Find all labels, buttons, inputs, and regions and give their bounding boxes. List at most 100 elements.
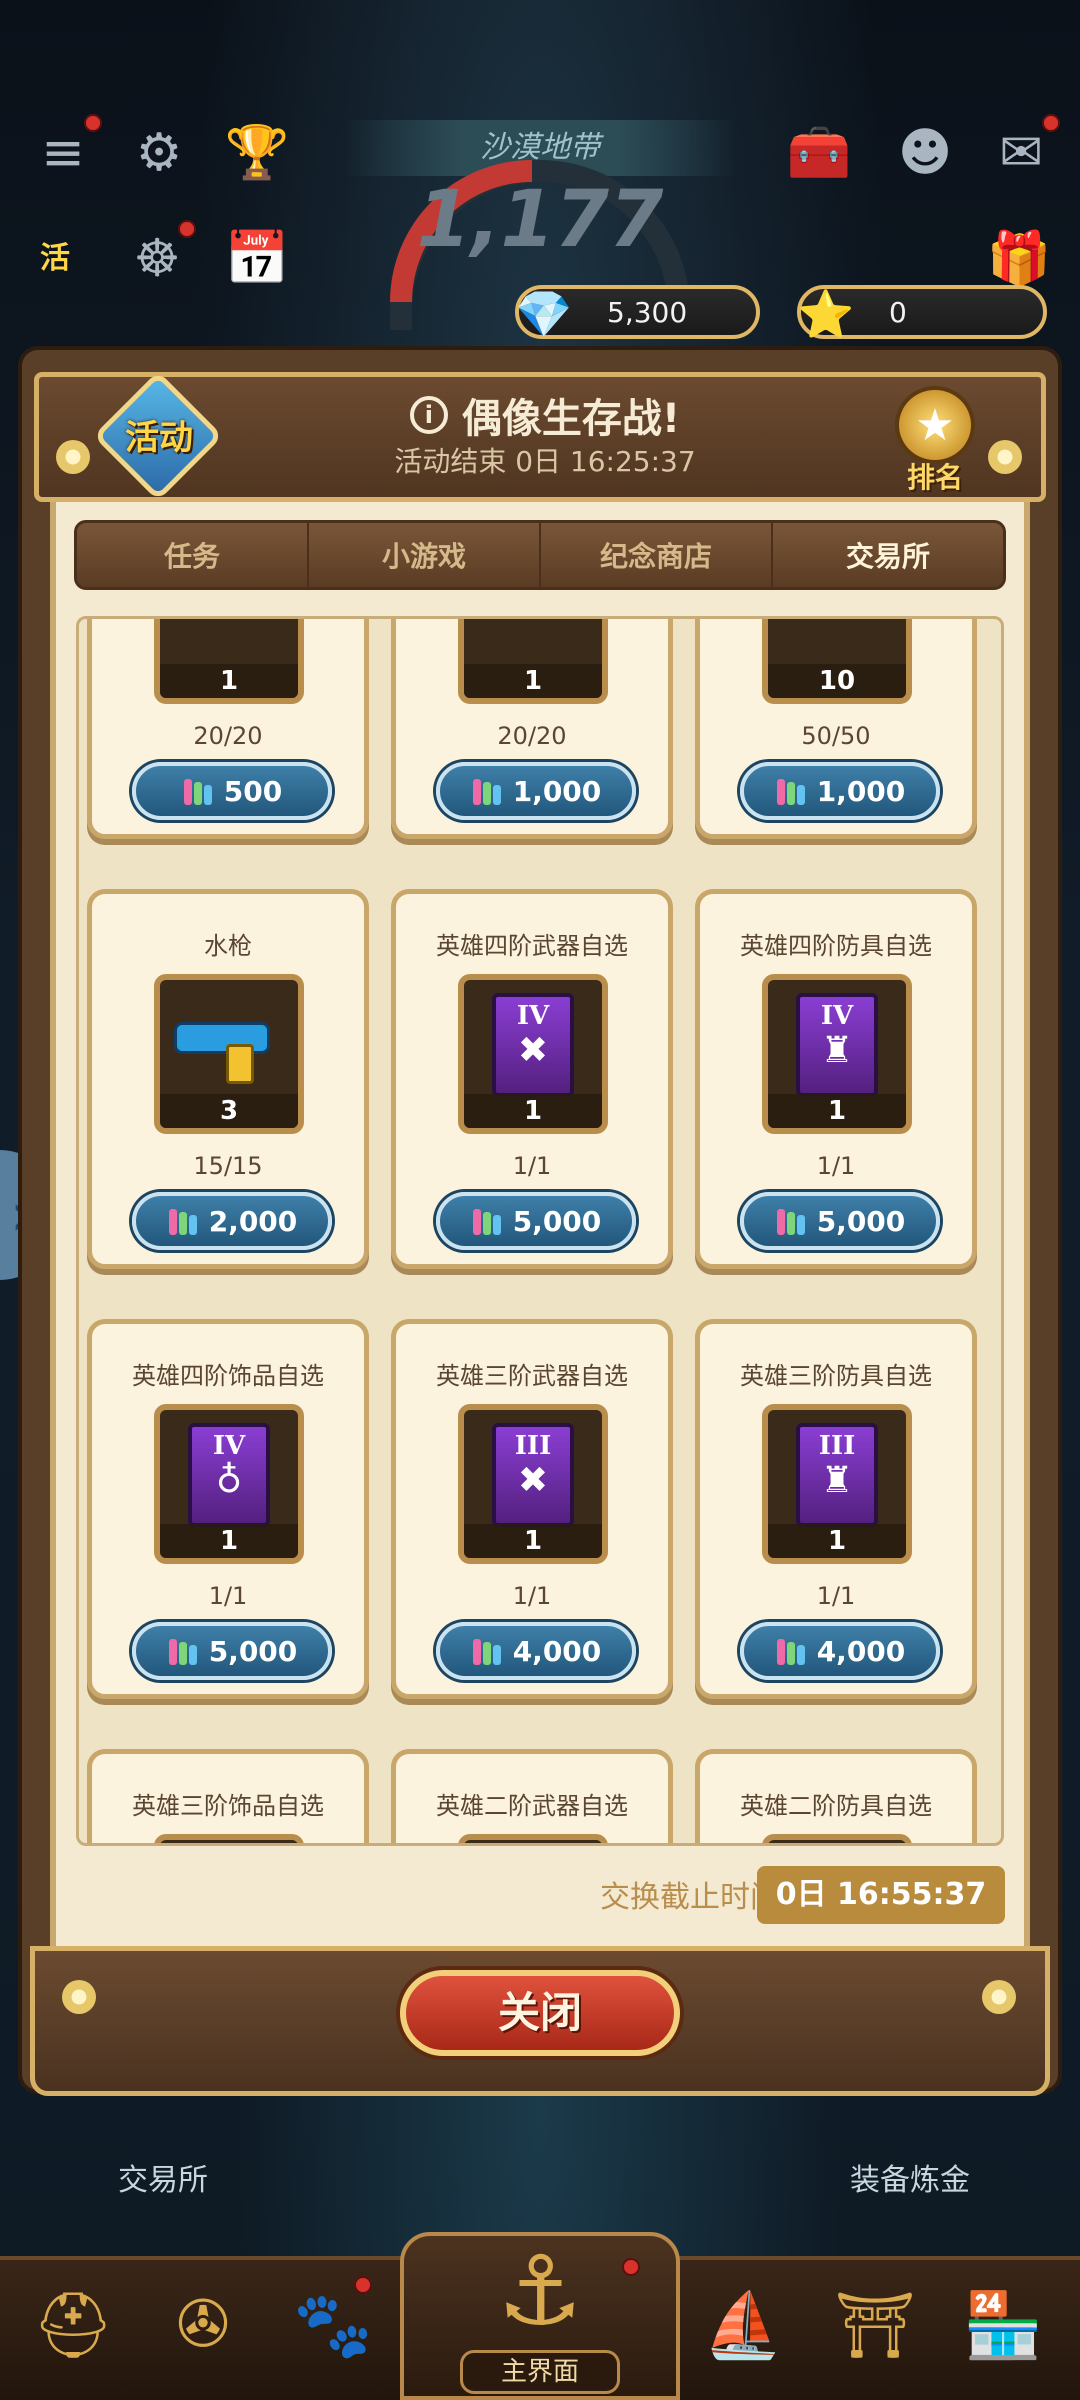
nav-propeller-icon[interactable]: ✇	[148, 2270, 258, 2380]
item-stock: 1/1	[816, 1582, 856, 1610]
exchange-item-card[interactable]: 英雄二阶防具自选 II	[695, 1749, 977, 1843]
item-name: 英雄三阶防具自选	[740, 1362, 932, 1390]
exchange-item-card[interactable]: 1 20/20 1,000	[391, 619, 673, 839]
glowstick-currency-icon	[167, 1637, 201, 1665]
item-quantity: 1	[464, 664, 602, 698]
gift-icon[interactable]: 🎁	[984, 224, 1054, 294]
tab-minigame[interactable]: 小游戏	[309, 523, 541, 587]
star-currency[interactable]: ⭐ 0	[797, 285, 1047, 341]
exchange-price-button[interactable]: 5,000	[132, 1622, 332, 1680]
nav-ship-icon[interactable]: ⛵	[688, 2270, 798, 2380]
exchange-item-card[interactable]: 英雄四阶防具自选 IV ♜ 1 1/1 5,000	[695, 889, 977, 1269]
exchange-price-button[interactable]: 4,000	[740, 1622, 940, 1680]
exchange-item-card[interactable]: 英雄三阶武器自选 III ✖ 1 1/1 4,000	[391, 1319, 673, 1699]
nav-pet-icon[interactable]: 🐾	[278, 2270, 388, 2380]
exchange-item-card[interactable]: 英雄四阶饰品自选 IV ♁ 1 1/1 5,000	[87, 1319, 369, 1699]
trophy-icon[interactable]: 🏆	[222, 118, 292, 188]
mail-icon[interactable]: ✉	[986, 114, 1060, 188]
notification-dot	[178, 220, 196, 238]
exchange-item-card[interactable]: 1 20/20 500	[87, 619, 369, 839]
activity-shortcut-icon[interactable]: 活	[20, 224, 90, 294]
exchange-deadline-label: 交换截止时间	[600, 1880, 780, 1915]
event-title-text: 偶像生存战!	[461, 396, 681, 442]
toolbox-icon[interactable]: 🧰	[784, 118, 854, 188]
item-frame: 1	[154, 619, 304, 704]
exchange-item-card[interactable]: 英雄四阶武器自选 IV ✖ 1 1/1 5,000	[391, 889, 673, 1269]
item-quantity: 10	[768, 664, 906, 698]
notification-dot	[622, 2258, 640, 2276]
glowstick-currency-icon	[182, 777, 216, 805]
exchange-price-button[interactable]: 500	[132, 762, 332, 820]
exchange-item-card[interactable]: 10 50/50 1,000	[695, 619, 977, 839]
item-name: 英雄四阶防具自选	[740, 932, 932, 960]
item-grid[interactable]: 1 20/20 500 1 20/20 1,000 10 50/50 1,000 水枪 3 15/15…	[76, 616, 1004, 1846]
item-stock: 1/1	[208, 1582, 248, 1610]
nav-hero-icon[interactable]: ⛑	[18, 2270, 128, 2380]
exchange-item-card[interactable]: 英雄二阶武器自选 II	[391, 1749, 673, 1843]
gear-decoration-icon	[982, 1980, 1016, 2014]
item-stock: 15/15	[193, 1152, 263, 1180]
unknown-item-icon	[768, 619, 906, 670]
notification-dot	[84, 114, 102, 132]
equipment-book: IV ✖	[492, 993, 574, 1097]
exchange-item-card[interactable]: 英雄三阶饰品自选 III	[87, 1749, 369, 1843]
nav-main-label: 主界面	[460, 2350, 620, 2394]
gem-currency[interactable]: 💎 5,300	[515, 285, 760, 341]
exchange-price-button[interactable]: 4,000	[436, 1622, 636, 1680]
equipment-book: IV ♜	[796, 993, 878, 1097]
item-name: 英雄三阶饰品自选	[132, 1792, 324, 1820]
item-quantity: 1	[160, 664, 298, 698]
price-value: 5,000	[208, 1634, 298, 1668]
item-name: 英雄四阶武器自选	[436, 932, 628, 960]
item-frame: III ♜ 1	[762, 1404, 912, 1564]
exchange-price-button[interactable]: 1,000	[436, 762, 636, 820]
price-value: 1,000	[512, 774, 602, 808]
friends-icon[interactable]: ☻	[890, 118, 960, 188]
ranking-label: 排名	[906, 461, 963, 494]
equipment-book: III ♜	[796, 1423, 878, 1527]
price-value: 2,000	[208, 1204, 298, 1238]
nav-shop-icon[interactable]: 🏪	[948, 2270, 1058, 2380]
event-title[interactable]: i 偶像生存战!	[330, 385, 760, 445]
ranking-button[interactable]: ★ 排名	[880, 386, 990, 496]
exchange-price-button[interactable]: 1,000	[740, 762, 940, 820]
exchange-price-button[interactable]: 5,000	[436, 1192, 636, 1250]
tab-souvenir-shop[interactable]: 纪念商店	[541, 523, 773, 587]
item-quantity: 1	[768, 1524, 906, 1558]
gem-currency-amount: 5,300	[607, 295, 688, 329]
activity-badge-label: 活动	[125, 418, 193, 458]
equip-alchemy-shortcut-label[interactable]: 装备炼金	[850, 2155, 970, 2199]
price-value: 4,000	[816, 1634, 906, 1668]
item-name: 英雄二阶武器自选	[436, 1792, 628, 1820]
menu-icon[interactable]: ≡	[28, 114, 102, 188]
tab-tasks[interactable]: 任务	[77, 523, 309, 587]
nav-gate-icon[interactable]: ⛩	[820, 2270, 930, 2380]
gear-decoration-icon	[988, 440, 1022, 474]
equipment-type-mark: ♜	[820, 1460, 854, 1501]
tab-exchange[interactable]: 交易所	[773, 523, 1003, 587]
exchange-shortcut-label[interactable]: 交易所	[118, 2155, 208, 2199]
weapon-book-icon: IV ✖	[464, 990, 602, 1100]
glowstick-currency-icon	[775, 1637, 809, 1665]
weapon-book-icon: III ✖	[464, 1420, 602, 1530]
settings-gear-icon[interactable]: ⚙	[124, 118, 194, 188]
item-stock: 1/1	[816, 1152, 856, 1180]
ship-wheel-icon[interactable]: ☸	[122, 220, 196, 294]
tier-numeral: IV	[212, 1431, 246, 1461]
exchange-price-button[interactable]: 5,000	[740, 1192, 940, 1250]
star-currency-amount: 0	[889, 295, 907, 329]
equipment-type-mark: ♁	[215, 1460, 243, 1501]
gear-decoration-icon	[62, 1980, 96, 2014]
price-value: 4,000	[512, 1634, 602, 1668]
info-icon[interactable]: i	[409, 396, 448, 434]
item-name: 英雄二阶防具自选	[740, 1792, 932, 1820]
exchange-item-card[interactable]: 英雄三阶防具自选 III ♜ 1 1/1 4,000	[695, 1319, 977, 1699]
close-button[interactable]: 关闭	[400, 1970, 680, 2056]
event-end-countdown: 活动结束 0日 16:25:37	[394, 445, 696, 478]
exchange-item-card[interactable]: 水枪 3 15/15 2,000	[87, 889, 369, 1269]
accessory-book-icon: IV ♁	[160, 1420, 298, 1530]
glowstick-currency-icon	[471, 1207, 505, 1235]
item-frame: 1	[458, 619, 608, 704]
calendar-icon[interactable]: 📅	[222, 224, 292, 294]
exchange-price-button[interactable]: 2,000	[132, 1192, 332, 1250]
